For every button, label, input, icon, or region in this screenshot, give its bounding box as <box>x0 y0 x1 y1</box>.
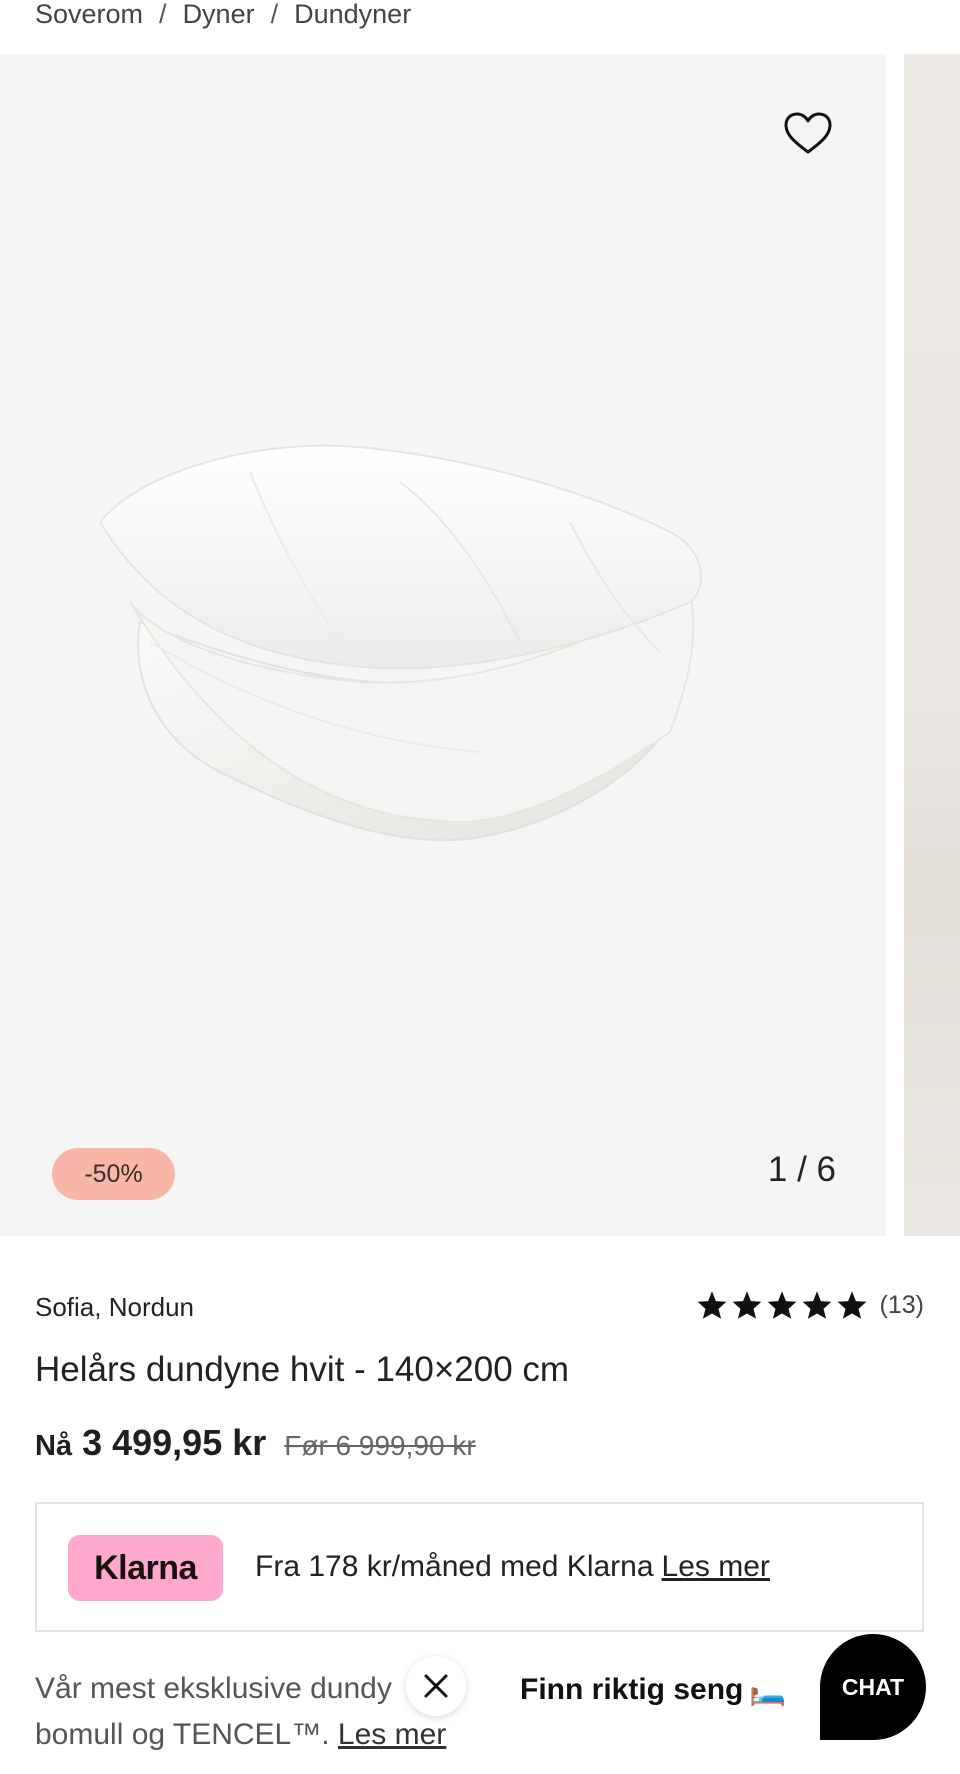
star-icon <box>732 1291 761 1319</box>
chat-button[interactable]: CHAT <box>820 1634 926 1740</box>
klarna-logo: Klarna <box>68 1535 223 1601</box>
duvet-image <box>100 444 702 842</box>
price-old: Før 6 999,90 kr <box>284 1430 476 1461</box>
product-gallery[interactable]: -50% 1 / 6 <box>0 54 960 1236</box>
find-bed-button[interactable]: Finn riktig seng 🛏️ <box>500 1664 807 1716</box>
star-icon <box>837 1291 866 1319</box>
heart-icon <box>784 112 832 154</box>
klarna-read-more-link[interactable]: Les mer <box>662 1550 770 1583</box>
product-price: Nå 3 499,95 kr Før 6 999,90 kr <box>35 1422 476 1464</box>
description-read-more-link[interactable]: Les mer <box>338 1718 446 1751</box>
klarna-message: Fra 178 kr/måned med Klarna <box>255 1550 654 1583</box>
breadcrumb-dundyner[interactable]: Dundyner <box>294 0 411 30</box>
breadcrumb-soverom[interactable]: Soverom <box>35 0 143 30</box>
product-title: Helårs dundyne hvit - 140×200 cm <box>35 1350 570 1389</box>
close-button[interactable] <box>406 1656 466 1716</box>
bed-icon: 🛏️ <box>749 1673 787 1707</box>
klarna-text: Fra 178 kr/måned med Klarna Les mer <box>255 1550 770 1584</box>
breadcrumb-dyner[interactable]: Dyner <box>183 0 255 30</box>
rating-stars <box>696 1290 868 1320</box>
gallery-slide-next[interactable] <box>904 54 960 1236</box>
gallery-counter: 1 / 6 <box>767 1150 836 1189</box>
price-prefix: Nå <box>35 1430 73 1462</box>
find-bed-label: Finn riktig seng <box>520 1673 744 1706</box>
breadcrumb-separator: / <box>270 0 279 29</box>
discount-badge: -50% <box>52 1148 175 1200</box>
price-now: 3 499,95 kr <box>82 1422 267 1463</box>
product-brand: Sofia, Nordun <box>35 1292 194 1322</box>
gallery-slide-main[interactable]: -50% 1 / 6 <box>0 54 886 1236</box>
review-count[interactable]: (13) <box>880 1291 924 1320</box>
product-rating[interactable]: (13) <box>696 1290 924 1320</box>
close-icon <box>424 1674 448 1698</box>
description-line-2: bomull og TENCEL™. <box>35 1718 330 1751</box>
star-icon <box>767 1291 796 1319</box>
klarna-banner: Klarna Fra 178 kr/måned med Klarna Les me… <box>35 1502 924 1632</box>
star-icon <box>802 1291 831 1319</box>
breadcrumb-separator: / <box>159 0 167 29</box>
star-icon <box>697 1291 726 1319</box>
breadcrumb: Soverom / Dyner / Dundyner <box>35 0 411 34</box>
description-line-1: Vår mest eksklusive dundy <box>35 1672 392 1705</box>
favorite-button[interactable] <box>778 104 838 164</box>
